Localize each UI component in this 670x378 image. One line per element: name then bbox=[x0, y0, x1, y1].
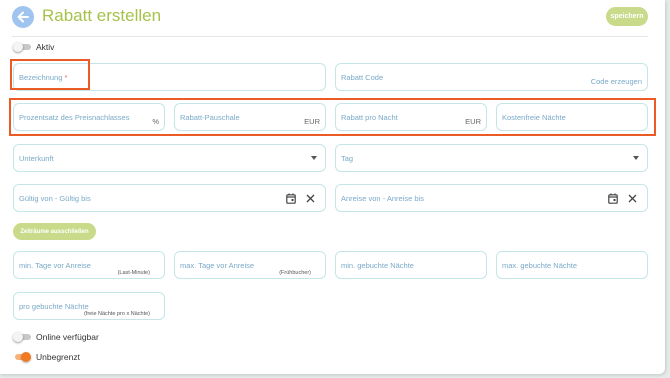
max-days-before-field[interactable]: max. Tage vor Anreise (Frühbucher) bbox=[174, 251, 326, 279]
min-days-before-placeholder: min. Tage vor Anreise bbox=[19, 261, 91, 270]
active-toggle-label: Aktiv bbox=[36, 42, 55, 52]
code-placeholder: Rabatt Code bbox=[341, 73, 384, 82]
online-toggle-row: Online verfügbar bbox=[13, 331, 99, 343]
form-card: Rabatt erstellen speichern Aktiv Bezeich… bbox=[0, 0, 665, 374]
unlimited-toggle[interactable] bbox=[13, 352, 31, 362]
code-field[interactable]: Rabatt Code Code erzeugen bbox=[335, 63, 648, 91]
arrival-range-field[interactable]: Anreise von - Anreise bis bbox=[335, 184, 648, 212]
accommodation-placeholder: Unterkunft bbox=[19, 154, 54, 163]
exclude-periods-button[interactable]: Zeiträume ausschließen bbox=[13, 223, 96, 240]
calendar-icon[interactable] bbox=[286, 193, 296, 204]
valid-range-placeholder: Gültig von - Gültig bis bbox=[19, 194, 91, 203]
page-title: Rabatt erstellen bbox=[42, 6, 162, 25]
back-button[interactable] bbox=[12, 6, 34, 28]
generate-code-link[interactable]: Code erzeugen bbox=[591, 77, 642, 86]
active-toggle-row: Aktiv bbox=[13, 41, 54, 53]
header-divider bbox=[12, 36, 648, 37]
chevron-down-icon bbox=[311, 156, 317, 160]
accommodation-select[interactable]: Unterkunft bbox=[13, 144, 326, 172]
per-nights-placeholder: pro gebuchte Nächte bbox=[19, 302, 89, 311]
day-placeholder: Tag bbox=[341, 154, 354, 163]
per-nights-hint: (freie Nächte pro x Nächte) bbox=[83, 311, 150, 317]
max-nights-field[interactable]: max. gebuchte Nächte bbox=[496, 251, 648, 279]
online-toggle-label: Online verfügbar bbox=[36, 332, 99, 342]
valid-range-field[interactable]: Gültig von - Gültig bis bbox=[13, 184, 326, 212]
highlight-box-discount-row bbox=[9, 98, 656, 136]
unlimited-toggle-row: Unbegrenzt bbox=[13, 351, 80, 363]
max-days-before-placeholder: max. Tage vor Anreise bbox=[180, 261, 255, 270]
calendar-icon[interactable] bbox=[608, 193, 618, 204]
min-nights-field[interactable]: min. gebuchte Nächte bbox=[335, 251, 487, 279]
per-booked-nights-field[interactable]: pro gebuchte Nächte (freie Nächte pro x … bbox=[13, 292, 165, 320]
early-booker-hint: (Frühbucher) bbox=[279, 270, 311, 276]
min-days-before-field[interactable]: min. Tage vor Anreise (Last-Minute) bbox=[13, 251, 165, 279]
unlimited-toggle-label: Unbegrenzt bbox=[36, 352, 80, 362]
active-toggle[interactable] bbox=[13, 42, 31, 52]
day-select[interactable]: Tag bbox=[335, 144, 648, 172]
online-toggle[interactable] bbox=[13, 332, 31, 342]
min-nights-placeholder: min. gebuchte Nächte bbox=[341, 261, 414, 270]
chevron-down-icon bbox=[633, 156, 639, 160]
arrow-left-icon bbox=[17, 11, 29, 23]
close-icon[interactable] bbox=[628, 194, 637, 203]
arrival-range-placeholder: Anreise von - Anreise bis bbox=[341, 194, 424, 203]
save-button[interactable]: speichern bbox=[606, 7, 648, 26]
close-icon[interactable] bbox=[306, 194, 315, 203]
last-minute-hint: (Last-Minute) bbox=[117, 270, 150, 276]
max-nights-placeholder: max. gebuchte Nächte bbox=[502, 261, 578, 270]
highlight-box-name bbox=[10, 59, 90, 90]
